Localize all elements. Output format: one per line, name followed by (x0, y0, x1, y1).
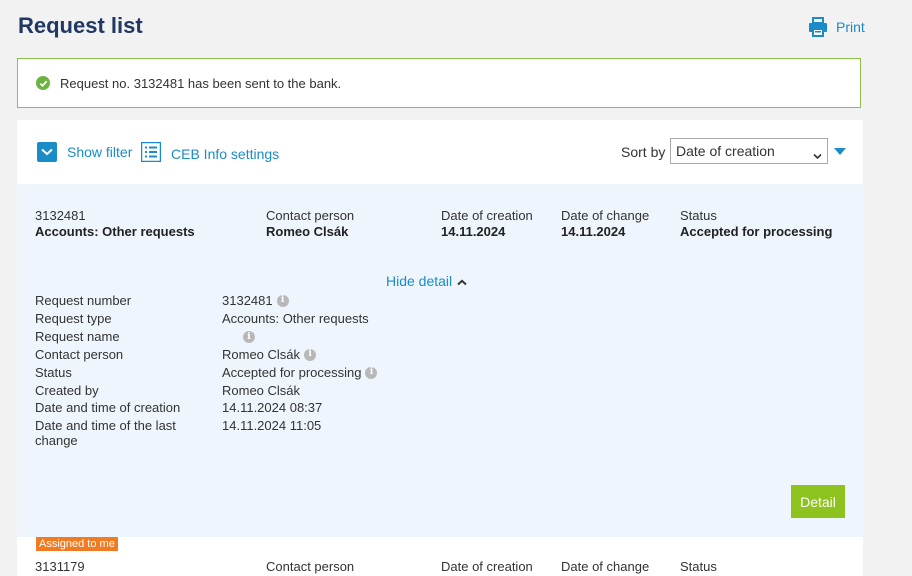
ceb-info-settings-button[interactable]: CEB Info settings (140, 141, 280, 165)
sort-select[interactable]: Date of creation (670, 138, 828, 164)
request-number: 3131179 (35, 559, 85, 574)
detail-key: Request name (35, 329, 120, 344)
detail-value: 14.11.2024 11:05 (222, 418, 322, 433)
date-changed-label: Date of change (561, 559, 650, 574)
page-title: Request list (18, 13, 143, 38)
detail-key: Status (35, 365, 72, 380)
sort-by-label: Sort by (621, 144, 666, 160)
sort-direction-icon[interactable] (834, 148, 846, 155)
info-icon[interactable]: i (276, 294, 289, 307)
status-column: Status (680, 559, 717, 575)
date-created-label: Date of creation (441, 559, 533, 574)
print-label: Print (836, 19, 865, 35)
alert-message: Request no. 3132481 has been sent to the… (60, 75, 342, 91)
detail-key: Contact person (35, 347, 124, 362)
status-label: Status (680, 208, 717, 223)
select-chevron-icon (813, 147, 822, 163)
request-type: Accounts: Other requests (35, 224, 195, 239)
date-created-label: Date of creation (441, 208, 533, 223)
contact-person-column: Contact person Romeo Clsák (266, 208, 354, 240)
show-filter-button[interactable]: Show filter (37, 142, 132, 162)
date-created-column: Date of creation (441, 559, 533, 575)
detail-key: Date and time of creation (35, 400, 181, 415)
request-card: 3132481 Accounts: Other requests Contact… (17, 184, 863, 537)
detail-key: Request type (35, 311, 112, 326)
detail-value: Accounts: Other requests (222, 311, 369, 326)
hide-detail-link[interactable]: Hide detail (386, 273, 467, 289)
detail-key: Request number (35, 293, 132, 308)
info-icon[interactable]: i (243, 331, 255, 343)
status-value: Accepted for processing (680, 224, 833, 239)
request-summary: 3131179 (35, 559, 85, 575)
detail-key: Created by (35, 383, 99, 398)
detail-value: i (239, 331, 255, 343)
date-created-column: Date of creation 14.11.2024 (441, 208, 533, 240)
check-circle-icon (36, 76, 50, 90)
success-alert: Request no. 3132481 has been sent to the… (17, 58, 861, 108)
date-changed-value: 14.11.2024 (561, 224, 626, 239)
request-summary: 3132481 Accounts: Other requests (35, 208, 195, 240)
request-card-2: Assigned to me 3131179 Contact person Da… (17, 537, 863, 576)
list-icon (140, 141, 162, 165)
print-button[interactable]: Print (808, 17, 865, 37)
chevron-up-icon (457, 273, 467, 289)
contact-person-value: Romeo Clsák (266, 224, 349, 239)
request-number: 3132481 (35, 208, 86, 223)
info-icon[interactable]: i (304, 348, 317, 361)
detail-value: Romeo Clsák i (222, 347, 317, 362)
date-changed-column: Date of change (561, 559, 649, 575)
sort-select-value: Date of creation (676, 143, 775, 159)
detail-value: 14.11.2024 08:37 (222, 400, 323, 415)
chevron-down-icon (37, 142, 57, 162)
detail-button[interactable]: Detail (791, 485, 845, 518)
detail-value: Accepted for processing i (222, 365, 378, 380)
assigned-badge: Assigned to me (36, 537, 118, 551)
contact-person-column: Contact person (266, 559, 354, 575)
detail-value: Romeo Clsák (222, 383, 301, 398)
status-column: Status Accepted for processing (680, 208, 832, 240)
status-label: Status (680, 559, 717, 574)
detail-key: Date and time of the last change (35, 418, 176, 448)
hide-detail-label: Hide detail (386, 273, 453, 289)
ceb-info-settings-label: CEB Info settings (171, 145, 280, 162)
date-changed-column: Date of change 14.11.2024 (561, 208, 649, 240)
contact-person-label: Contact person (266, 208, 355, 223)
date-created-value: 14.11.2024 (441, 224, 506, 239)
printer-icon (808, 17, 828, 37)
detail-value: 3132481 i (222, 293, 289, 308)
show-filter-label: Show filter (67, 144, 133, 160)
info-icon[interactable]: i (365, 366, 378, 379)
toolbar: Show filter CEB Info settings Sort by Da… (17, 120, 863, 184)
contact-person-label: Contact person (266, 559, 355, 574)
date-changed-label: Date of change (561, 208, 650, 223)
